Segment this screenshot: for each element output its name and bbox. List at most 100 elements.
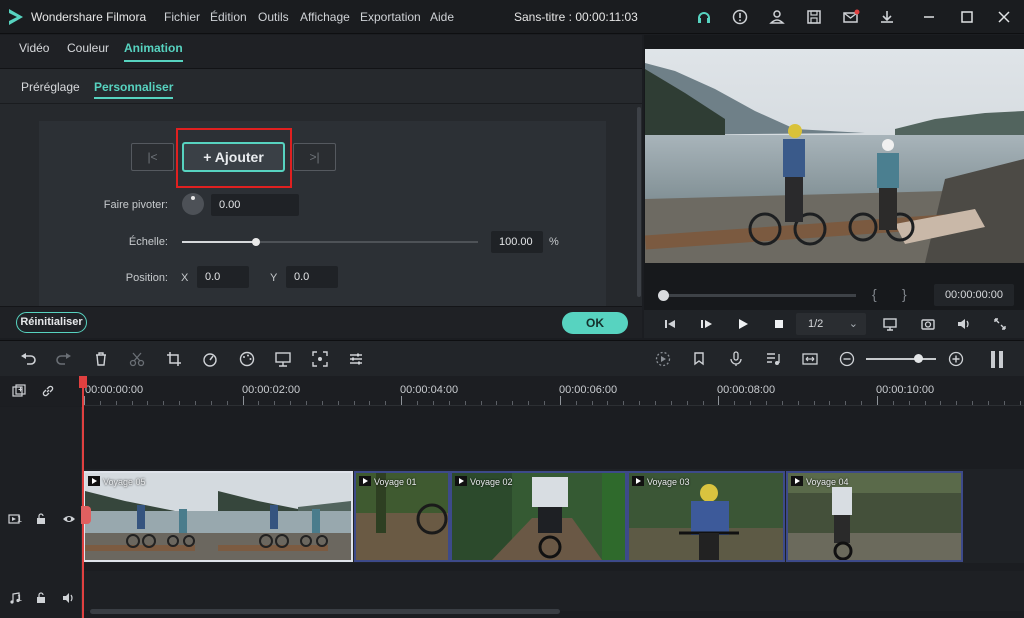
ruler-tick	[369, 401, 371, 405]
ruler-tick	[607, 401, 609, 405]
position-label: Position:	[125, 272, 168, 284]
volume-icon[interactable]	[956, 316, 972, 332]
speaker-icon[interactable]	[62, 591, 76, 605]
panel-scrollbar[interactable]	[637, 107, 641, 297]
lock-icon[interactable]	[34, 512, 48, 526]
audio-mixer-icon[interactable]	[764, 350, 782, 368]
timeline-scrollbar[interactable]	[90, 609, 560, 614]
mark-out-icon[interactable]: }	[902, 286, 907, 302]
preview-scrubber-thumb[interactable]	[658, 290, 669, 301]
headset-icon[interactable]	[695, 8, 713, 26]
zoom-out-icon[interactable]	[838, 350, 856, 368]
redo-icon[interactable]	[55, 350, 73, 368]
ruler-tick	[988, 401, 990, 405]
fullscreen-icon[interactable]	[992, 316, 1008, 332]
ruler-tick	[924, 401, 926, 405]
save-icon[interactable]	[805, 8, 823, 26]
preview-progress: { } 00:00:00:00	[644, 282, 1024, 306]
playhead-handle[interactable]	[81, 506, 91, 524]
rotate-knob[interactable]	[182, 193, 204, 215]
editor-tabs: Vidéo Couleur Animation	[0, 35, 642, 69]
skip-back-icon[interactable]	[662, 316, 678, 332]
menu-outils[interactable]: Outils	[258, 10, 289, 24]
scale-field[interactable]: 100.00	[491, 231, 543, 253]
adjust-icon[interactable]	[347, 350, 365, 368]
tab-personnaliser[interactable]: Personnaliser	[94, 80, 174, 99]
minimize-icon[interactable]	[920, 8, 938, 26]
tab-prereglage[interactable]: Préréglage	[21, 80, 80, 94]
play-icon[interactable]	[735, 316, 751, 332]
close-icon[interactable]	[995, 8, 1013, 26]
info-icon[interactable]	[731, 8, 749, 26]
ruler-tick	[274, 401, 276, 405]
undo-icon[interactable]	[19, 350, 37, 368]
speed-icon[interactable]	[201, 350, 219, 368]
ok-button[interactable]: OK	[562, 312, 628, 334]
eye-icon[interactable]	[62, 512, 76, 526]
account-icon[interactable]	[768, 8, 786, 26]
speed-select[interactable]: 1/2 ⌄	[796, 313, 866, 335]
preview-scrubber[interactable]	[662, 294, 856, 297]
preview-timecode: 00:00:00:00	[934, 284, 1014, 306]
tab-couleur[interactable]: Couleur	[67, 41, 109, 55]
tab-video[interactable]: Vidéo	[19, 41, 49, 55]
ruler-tick	[99, 401, 101, 405]
green-screen-icon[interactable]	[274, 350, 292, 368]
render-icon[interactable]	[654, 350, 672, 368]
position-x-field[interactable]: 0.0	[197, 266, 249, 288]
scale-slider-thumb[interactable]	[252, 238, 260, 246]
menu-affichage[interactable]: Affichage	[300, 10, 350, 24]
ruler-tick	[147, 401, 149, 405]
video-clip[interactable]: Voyage 05	[83, 471, 353, 562]
video-clip[interactable]: Voyage 01	[354, 471, 450, 562]
video-clip[interactable]: Voyage 04	[786, 471, 963, 562]
preview-video[interactable]	[645, 49, 1024, 263]
mail-icon[interactable]	[842, 8, 860, 26]
motion-tracking-icon[interactable]	[311, 350, 329, 368]
pause-track-icon[interactable]	[988, 350, 1006, 368]
video-clip[interactable]: Voyage 02	[450, 471, 627, 562]
previous-keyframe-button[interactable]: |<	[131, 143, 174, 171]
video-clip[interactable]: Voyage 03	[627, 471, 785, 562]
microphone-icon[interactable]	[727, 350, 745, 368]
color-palette-icon[interactable]	[238, 350, 256, 368]
stop-icon[interactable]	[771, 316, 787, 332]
step-frame-icon[interactable]	[698, 316, 714, 332]
menu-aide[interactable]: Aide	[430, 10, 454, 24]
lock-icon[interactable]	[34, 591, 48, 605]
menu-fichier[interactable]: Fichier	[164, 10, 200, 24]
next-keyframe-button[interactable]: >|	[293, 143, 336, 171]
zoom-slider-thumb[interactable]	[914, 354, 923, 363]
reset-button[interactable]: Réinitialiser	[16, 312, 87, 333]
ruler-tick	[448, 401, 450, 405]
scale-slider[interactable]	[182, 238, 478, 246]
maximize-icon[interactable]	[958, 8, 976, 26]
rotate-field[interactable]: 0.00	[211, 194, 299, 216]
snapshot-icon[interactable]	[920, 316, 936, 332]
ruler-tick	[591, 401, 593, 405]
download-icon[interactable]	[878, 8, 896, 26]
timeline-ruler[interactable]: 00:00:00:00 00:00:02:00 00:00:04:00 00:0…	[82, 376, 1024, 406]
link-icon[interactable]	[41, 384, 55, 398]
delete-icon[interactable]	[92, 350, 110, 368]
render-preview-icon[interactable]	[882, 316, 898, 332]
tab-animation[interactable]: Animation	[124, 41, 183, 62]
add-track-icon[interactable]	[12, 384, 26, 398]
position-y-field[interactable]: 0.0	[286, 266, 338, 288]
clip-name: Voyage 01	[374, 477, 417, 487]
crop-icon[interactable]	[165, 350, 183, 368]
ruler-tick	[623, 401, 625, 405]
mark-in-icon[interactable]: {	[872, 286, 877, 302]
fit-timeline-icon[interactable]	[801, 350, 819, 368]
zoom-slider[interactable]	[866, 358, 936, 360]
menu-exportation[interactable]: Exportation	[360, 10, 421, 24]
scissors-icon[interactable]	[128, 350, 146, 368]
ruler-tick	[512, 401, 514, 405]
video-clip-icon	[455, 476, 467, 486]
zoom-in-icon[interactable]	[947, 350, 965, 368]
ruler-tick	[797, 401, 799, 405]
playhead[interactable]	[79, 376, 87, 618]
marker-icon[interactable]	[690, 350, 708, 368]
menu-edition[interactable]: Édition	[210, 10, 247, 24]
ruler-label: 00:00:10:00	[876, 384, 935, 396]
